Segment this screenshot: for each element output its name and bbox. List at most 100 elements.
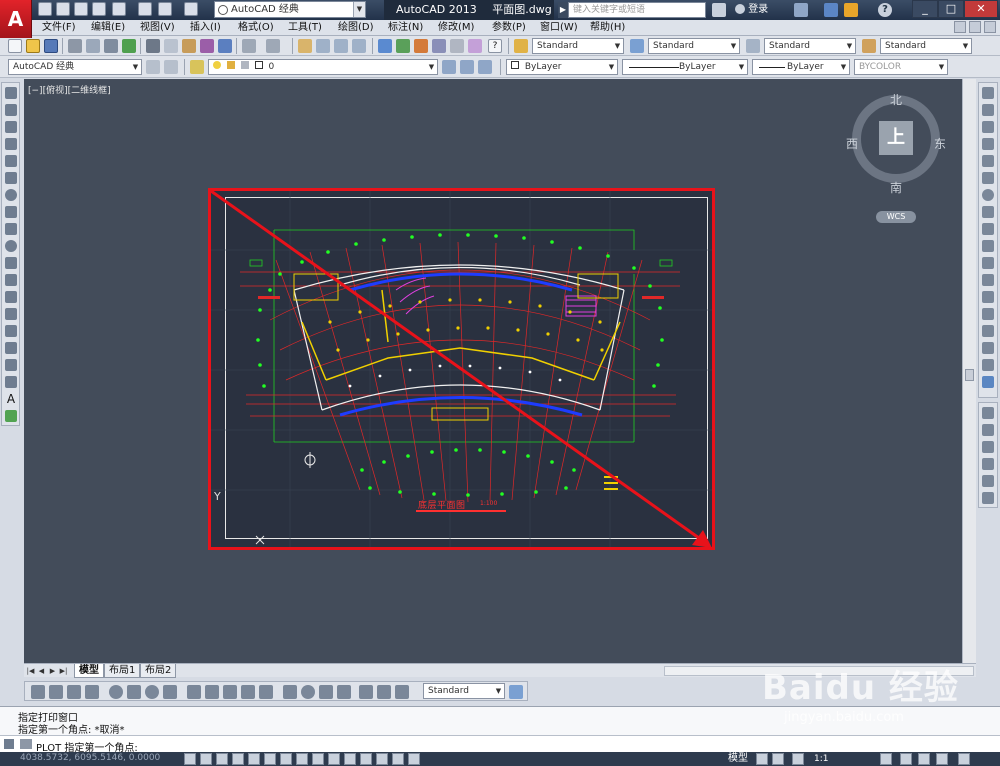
search-expand-icon[interactable]: ▶	[558, 2, 568, 18]
array-icon[interactable]	[982, 155, 994, 167]
lineweight-select[interactable]: ByLayer ▼	[752, 59, 850, 75]
application-menu-button[interactable]: A	[0, 0, 32, 38]
help-icon[interactable]: ?	[878, 3, 892, 17]
menu-parametric[interactable]: 参数(P)	[492, 20, 526, 36]
send-to-back-icon[interactable]	[982, 424, 994, 436]
markup-icon[interactable]	[450, 39, 464, 53]
open-file-icon[interactable]	[26, 39, 40, 53]
dim-style-select[interactable]: Standard ▼	[648, 38, 740, 54]
zoom-window-icon[interactable]	[334, 39, 348, 53]
tab-layout1[interactable]: 布局1	[104, 664, 141, 678]
arc-length-icon[interactable]	[67, 685, 81, 699]
center-mark-icon[interactable]	[301, 685, 315, 699]
annotation-monitor-icon[interactable]	[408, 753, 420, 765]
break-at-point-icon[interactable]	[982, 274, 994, 286]
compass-north[interactable]: 北	[890, 91, 902, 108]
compass-west[interactable]: 西	[846, 135, 858, 152]
sheet-set-icon[interactable]	[432, 39, 446, 53]
undo-icon[interactable]	[158, 2, 172, 16]
make-block-icon[interactable]	[5, 291, 17, 303]
dim-style-combo[interactable]: Standard ▼	[423, 683, 505, 699]
maximize-button[interactable]: □	[938, 0, 964, 18]
compass-south[interactable]: 南	[890, 179, 902, 196]
vertical-scrollbar[interactable]	[962, 79, 976, 663]
inspection-icon[interactable]	[319, 685, 333, 699]
text-to-front-icon[interactable]	[982, 475, 994, 487]
dim-style-icon[interactable]	[630, 39, 644, 53]
workspace-save-icon[interactable]	[164, 60, 178, 74]
quick-dim-icon[interactable]	[187, 685, 201, 699]
region-icon[interactable]	[5, 359, 17, 371]
angular-icon[interactable]	[163, 685, 177, 699]
plot-preview-icon[interactable]	[86, 39, 100, 53]
table-style-icon[interactable]	[746, 39, 760, 53]
scale-icon[interactable]	[982, 206, 994, 218]
line-icon[interactable]	[5, 87, 17, 99]
explode-icon[interactable]	[982, 376, 994, 388]
linetype-select[interactable]: ByLayer ▼	[622, 59, 748, 75]
minimize-button[interactable]: _	[912, 0, 938, 18]
transparency-icon[interactable]	[360, 753, 372, 765]
menu-tools[interactable]: 工具(T)	[288, 20, 322, 36]
copy-icon[interactable]	[164, 39, 178, 53]
layer-previous-icon[interactable]	[460, 60, 474, 74]
lock-ui-icon[interactable]	[900, 753, 912, 765]
clean-screen-icon[interactable]	[958, 753, 970, 765]
ucs-menu[interactable]: WCS	[876, 211, 916, 223]
chamfer-icon[interactable]	[982, 325, 994, 337]
redo-toolbar-icon[interactable]	[266, 39, 280, 53]
layer-states-icon[interactable]	[478, 60, 492, 74]
polar-icon[interactable]	[248, 753, 260, 765]
snap-icon[interactable]	[200, 753, 212, 765]
aligned-dim-icon[interactable]	[49, 685, 63, 699]
login-button[interactable]: 登录	[735, 0, 768, 20]
isolate-objects-icon[interactable]	[918, 753, 930, 765]
publish-icon[interactable]	[104, 39, 118, 53]
menu-insert[interactable]: 插入(I)	[190, 20, 221, 36]
construction-line-icon[interactable]	[5, 104, 17, 116]
move-icon[interactable]	[982, 172, 994, 184]
ellipse-icon[interactable]	[5, 240, 17, 252]
polygon-icon[interactable]	[5, 138, 17, 150]
menu-modify[interactable]: 修改(M)	[438, 20, 474, 36]
table-icon[interactable]	[5, 376, 17, 388]
3d-osnap-icon[interactable]	[280, 753, 292, 765]
quick-view-drawings-icon[interactable]	[772, 753, 784, 765]
dyn-icon[interactable]	[328, 753, 340, 765]
dim-style-manager-icon[interactable]	[509, 685, 523, 699]
ortho-icon[interactable]	[232, 753, 244, 765]
tab-model[interactable]: 模型	[74, 664, 104, 678]
hatch-to-back-icon[interactable]	[982, 492, 994, 504]
command-icon[interactable]	[20, 739, 32, 749]
plot-toolbar-icon[interactable]	[68, 39, 82, 53]
close-x-icon[interactable]	[824, 3, 838, 17]
menu-edit[interactable]: 编辑(E)	[91, 20, 125, 36]
stretch-icon[interactable]	[982, 223, 994, 235]
hardware-acceleration-icon[interactable]	[936, 753, 948, 765]
save-icon[interactable]	[74, 2, 88, 16]
workspace-settings-icon[interactable]	[146, 60, 160, 74]
command-line-input[interactable]: PLOT 指定第一个角点:	[0, 735, 1000, 754]
search-input[interactable]: 键入关键字或短语	[568, 2, 706, 18]
bring-above-icon[interactable]	[982, 441, 994, 453]
fillet-icon[interactable]	[982, 342, 994, 354]
erase-icon[interactable]	[982, 87, 994, 99]
binoculars-icon[interactable]	[712, 3, 726, 17]
jogged-icon[interactable]	[127, 685, 141, 699]
layer-properties-icon[interactable]	[190, 60, 204, 74]
selection-cycling-icon[interactable]	[392, 753, 404, 765]
drawing-canvas[interactable]: [−][俯视][二维线框] 上 北 南 东 西 WCS 底层平面图 1:100 …	[24, 79, 962, 663]
text-style-select[interactable]: Standard ▼	[532, 38, 624, 54]
ducs-icon[interactable]	[312, 753, 324, 765]
dim-text-edit-icon[interactable]	[377, 685, 391, 699]
quickcalc-icon[interactable]	[468, 39, 482, 53]
extend-icon[interactable]	[982, 257, 994, 269]
save-file-icon[interactable]	[44, 39, 58, 53]
plot-icon[interactable]	[112, 2, 126, 16]
zoom-realtime-icon[interactable]	[316, 39, 330, 53]
infer-constraints-icon[interactable]	[184, 753, 196, 765]
ellipse-arc-icon[interactable]	[5, 257, 17, 269]
doc-restore-button[interactable]	[969, 21, 981, 33]
blend-curves-icon[interactable]	[982, 359, 994, 371]
qnew-icon[interactable]	[8, 39, 22, 53]
